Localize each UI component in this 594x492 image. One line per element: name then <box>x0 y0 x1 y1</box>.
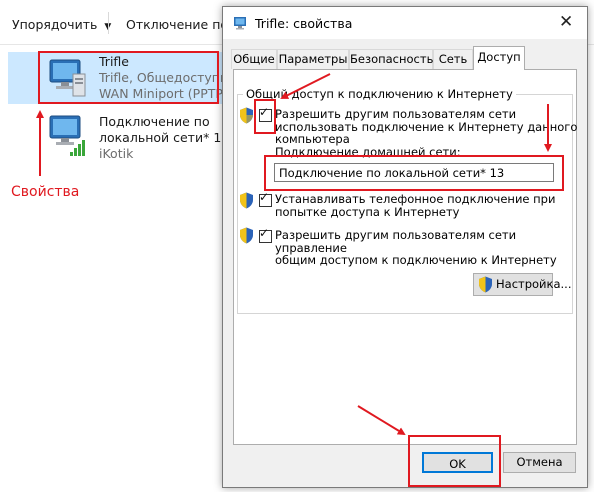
tab-sharing[interactable]: Доступ <box>473 46 525 70</box>
annotation-arrows <box>36 73 552 436</box>
annotation-arrow <box>280 73 331 99</box>
annotation-arrow <box>357 405 406 436</box>
